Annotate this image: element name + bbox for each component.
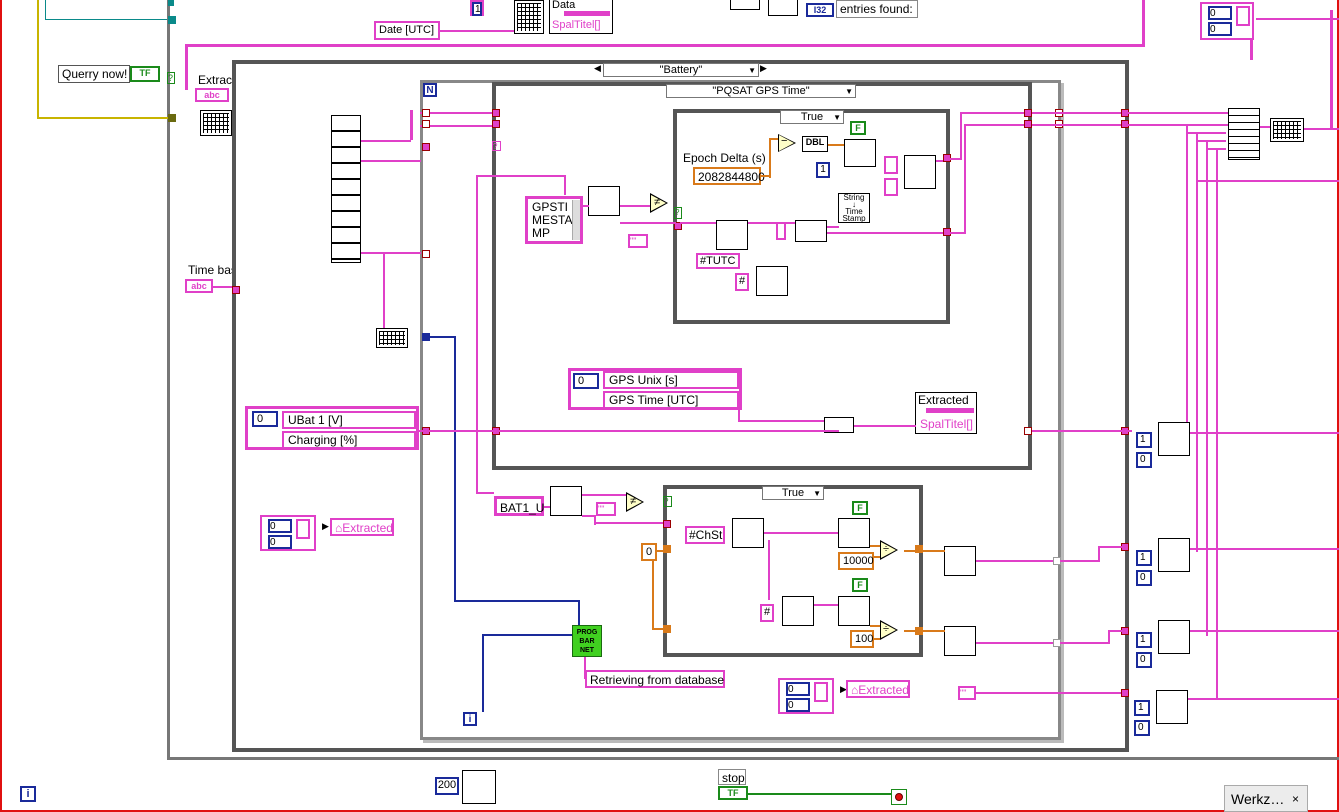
not-equal-bat[interactable]: ≠ [626,492,650,514]
f-const-gps[interactable]: F [850,121,866,135]
chst-const[interactable]: #ChSt [685,526,725,544]
index-array-left[interactable] [200,110,232,136]
match-pattern-bat[interactable] [550,486,582,516]
entries-found-label: entries found: [836,0,918,18]
index-node-3[interactable] [1158,620,1190,654]
index-node-4[interactable] [1156,690,1188,724]
selector-true-top[interactable]: True ▼ [780,110,844,124]
date-utc-label: Date [UTC] [374,21,440,40]
hash-const-gps[interactable]: # [735,273,749,291]
match-pattern-hash-bat[interactable] [782,596,814,626]
bat1-u-const[interactable]: BAT1_U [494,496,544,516]
const-one-gps[interactable]: 1 [816,162,830,178]
case-selector-q: ? [167,72,175,84]
i32-badge: I32 [806,3,834,17]
right-pair-3[interactable]: 1 0 [1136,632,1154,670]
epoch-delta-label: Epoch Delta (s) [680,150,766,166]
extracted-cluster-right[interactable]: 0 0 [778,678,834,714]
i-terminal-outer[interactable]: i [20,786,36,802]
empty-string-right[interactable]: "" [958,686,976,700]
f-const-bat-1[interactable]: F [852,501,868,515]
scan-number-1[interactable] [838,518,870,548]
build-array-top-icon[interactable] [514,0,544,34]
selector-battery[interactable]: "Battery" ▼ [603,63,759,77]
format-output-2[interactable] [944,626,976,656]
format-output-1[interactable] [944,546,976,576]
string-const-b[interactable] [884,178,898,196]
top-right-cluster[interactable]: 0 0 [1200,2,1254,40]
extract-control[interactable]: abc [195,88,229,102]
string-to-timestamp[interactable]: String ↓ Time Stamp [838,193,870,223]
bundle-right[interactable] [1270,118,1304,142]
index-array-column[interactable] [331,115,361,263]
querry-now-button[interactable]: Querry now! [58,65,130,83]
to-dbl-node[interactable]: DBL [802,136,828,152]
extracted-property-right[interactable]: ⌂Extracted [846,680,910,698]
match-pattern-tutc[interactable] [716,220,748,250]
string-const-c[interactable] [776,222,786,240]
extracted-property-left[interactable]: ⌂Extracted [330,518,394,536]
subtract-node[interactable]: − [778,134,800,154]
tutc-const[interactable]: #TUTC [696,253,740,269]
stop-label: stop [718,769,746,785]
retrieving-label: Retrieving from database [585,670,725,688]
extract-label: Extract [195,72,235,88]
data-indicator: Data SpalTitel[] [549,0,613,34]
format-number-gps[interactable] [844,139,876,167]
teal-tunnel [168,16,176,24]
concat-node-gps[interactable] [904,155,936,189]
olive-tunnel [168,114,176,122]
divide-node-2[interactable]: ÷ [880,620,904,642]
index-node-2[interactable] [1158,538,1190,572]
gps-cluster[interactable]: 0 GPS Unix [s] GPS Time [UTC] [568,368,742,410]
ubat-cluster[interactable]: 0 UBat 1 [V] Charging [%] [245,406,419,450]
prog-bar-net-subvi[interactable]: PROG BAR NET [572,625,602,657]
wait-ms-const[interactable]: 200 [435,777,459,795]
stop-tf-terminal[interactable]: TF [718,786,748,800]
not-equal-gps[interactable]: ≠ [650,193,674,215]
selector-pqsat[interactable]: "PQSAT GPS Time" ▼ [666,84,856,98]
f-const-bat-2[interactable]: F [852,578,868,592]
scan-number-2[interactable] [838,596,870,626]
taskbar-close-icon[interactable]: × [1292,792,1299,806]
index-node-1[interactable] [1158,422,1190,456]
i-terminal-loop[interactable]: i [463,712,477,726]
match-pattern-gps[interactable] [588,186,620,216]
bool-wire [37,0,39,118]
time-base-control[interactable]: abc [185,279,213,293]
const-10000[interactable]: 10000 [838,552,874,570]
string-const-a[interactable] [884,156,898,174]
epoch-delta-const[interactable]: 2082844800 [693,167,765,185]
wait-ms-node[interactable] [462,770,496,804]
empty-string-bat[interactable]: "" [596,502,616,516]
n-terminal[interactable]: N [423,83,437,97]
divide-node-1[interactable]: ÷ [880,540,904,562]
match-pattern-chst[interactable] [732,518,764,548]
const-one-top[interactable]: 1 [470,0,484,16]
extracted-gps-indicator: Extracted SpalTitel[] [915,392,977,434]
selector-true-bottom[interactable]: True ▼ [762,486,824,500]
top-node-1[interactable] [730,0,760,10]
right-pair-1[interactable]: 1 0 [1136,432,1154,470]
zero-const-bat[interactable]: 0 [641,543,657,561]
const-100[interactable]: 100 [850,630,874,648]
array-size-node[interactable] [376,328,408,348]
empty-string-gps[interactable]: "" [628,234,648,248]
tf-terminal-left[interactable]: TF [130,66,160,82]
taskbar-item[interactable]: Werkz… × [1224,785,1308,812]
extracted-cluster-left[interactable]: 0 0 [260,515,316,551]
top-node-2[interactable] [768,0,798,16]
hash-const-bat[interactable]: # [760,604,774,622]
right-pair-4[interactable]: 1 0 [1134,700,1152,738]
build-array-right[interactable] [1228,108,1260,160]
match-pattern-hash[interactable] [756,266,788,296]
right-pair-2[interactable]: 1 0 [1136,550,1154,588]
concat-node-2[interactable] [795,220,827,242]
stop-condition-icon[interactable] [891,789,907,805]
